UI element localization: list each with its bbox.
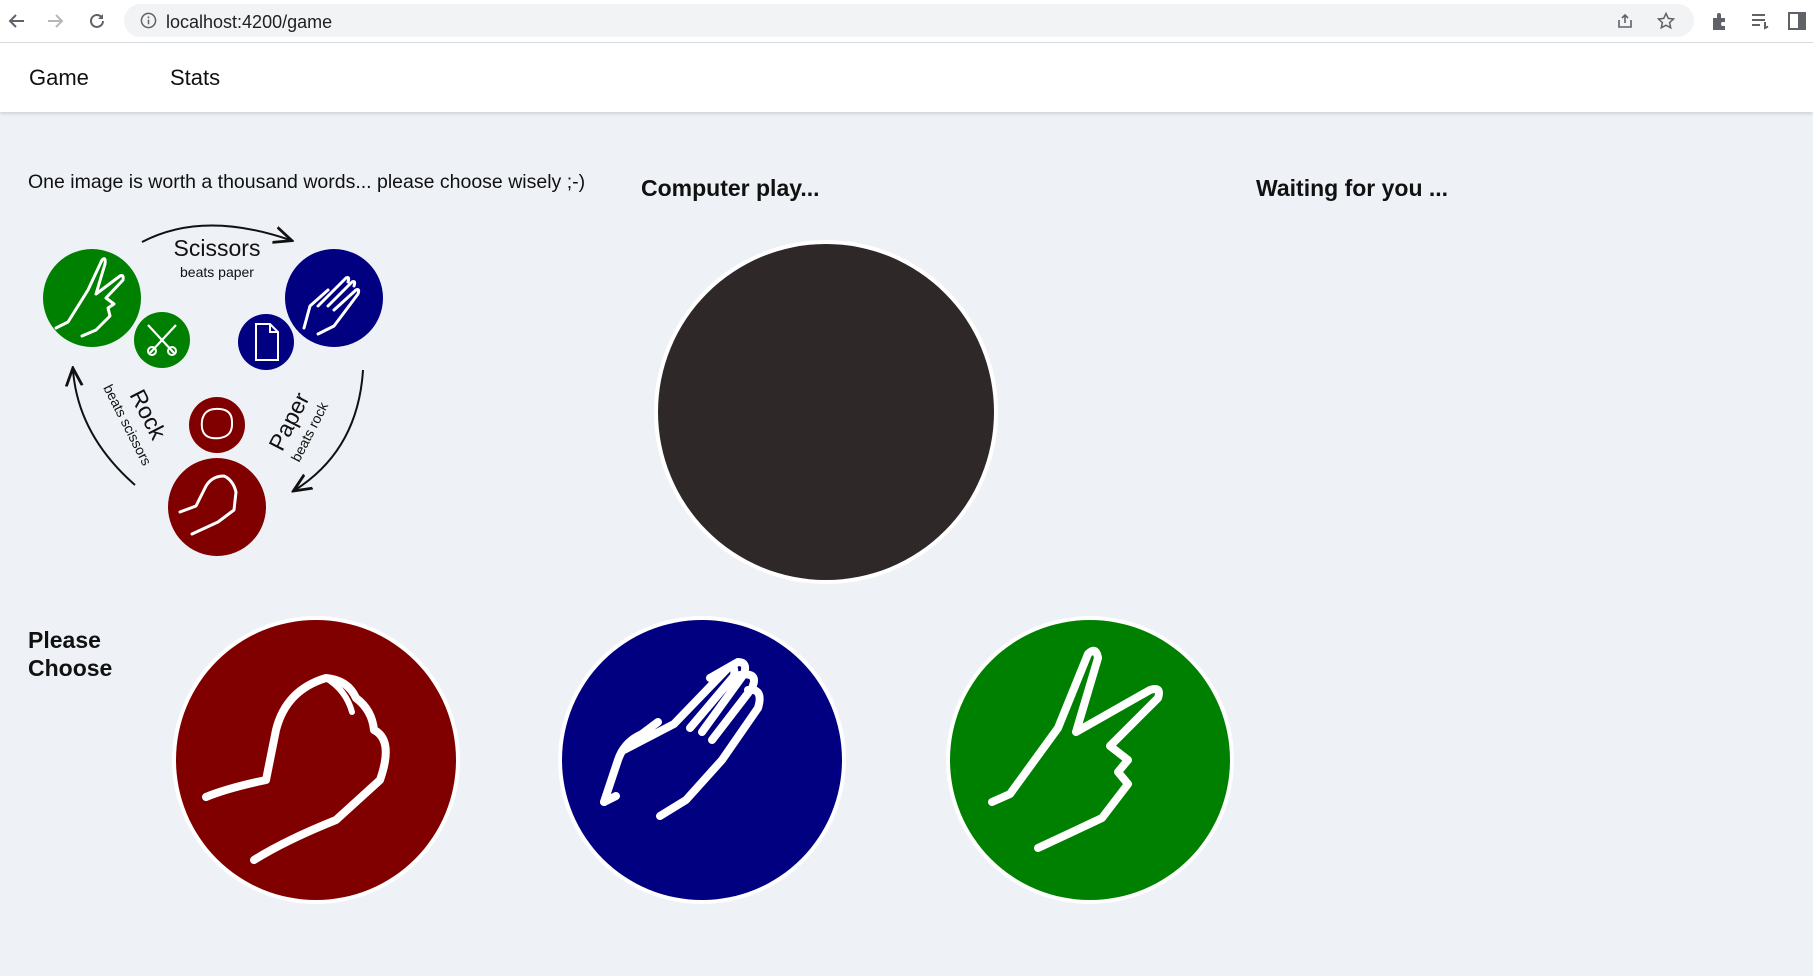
rule-scissors-hand-icon (43, 249, 141, 347)
paper-hand-icon (600, 658, 764, 820)
tab-stats[interactable]: Stats (170, 65, 220, 91)
reading-list-icon[interactable] (1749, 10, 1771, 32)
app-header: Game Stats (0, 43, 1813, 112)
rule-paper-hand-icon (285, 249, 383, 347)
computer-heading: Computer play... (641, 175, 820, 201)
bookmark-star-icon[interactable] (1657, 12, 1675, 30)
rock-button[interactable] (176, 620, 456, 900)
rules-diagram: Scissors beats paper Paper beats rock Ro… (43, 224, 383, 556)
computer-choice-disc (658, 244, 994, 580)
share-icon[interactable] (1616, 12, 1634, 30)
please-choose-heading: Please Choose (28, 627, 113, 681)
rule-rock-hand-icon (168, 458, 266, 556)
side-panel-icon[interactable] (1786, 10, 1808, 32)
status-heading: Waiting for you ... (1256, 175, 1449, 201)
scissors-button[interactable] (950, 620, 1230, 900)
rule-scissors-title: Scissors (174, 235, 261, 261)
scissors-hand-icon (988, 646, 1163, 852)
rule-scissors-beats: beats paper (180, 264, 254, 280)
url-text[interactable]: localhost:4200/game (166, 12, 332, 33)
rule-rock-small-icon (189, 397, 245, 453)
intro-text: One image is worth a thousand words... p… (28, 171, 586, 193)
tab-game[interactable]: Game (29, 65, 89, 91)
reload-icon[interactable] (82, 6, 112, 36)
rock-hand-icon (202, 674, 390, 864)
info-icon[interactable] (140, 12, 157, 29)
forward-arrow-icon[interactable] (40, 6, 70, 36)
back-arrow-icon[interactable] (2, 6, 32, 36)
rule-paper-small-icon (238, 314, 294, 370)
browser-toolbar: localhost:4200/game (0, 0, 1813, 43)
extensions-icon[interactable] (1709, 10, 1731, 32)
paper-button[interactable] (562, 620, 842, 900)
rule-scissors-small-icon (134, 312, 190, 368)
address-bar[interactable]: localhost:4200/game (124, 4, 1694, 37)
